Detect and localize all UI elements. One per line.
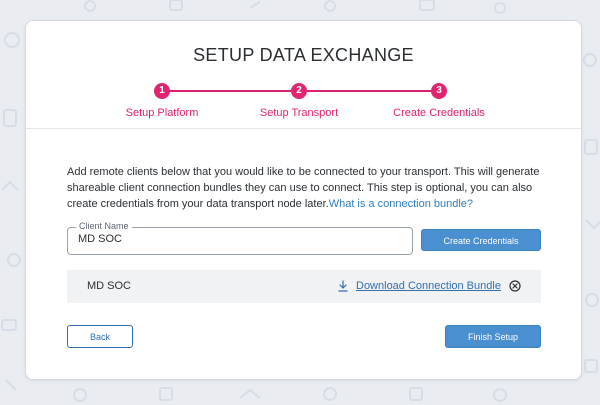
step-create-credentials: 3 Create Credentials xyxy=(369,83,509,119)
client-name-field[interactable]: Client Name xyxy=(67,221,413,255)
step-number: 1 xyxy=(154,83,170,99)
stepper: 1 Setup Platform 2 Setup Transport 3 Cre… xyxy=(26,83,581,123)
setup-card: SETUP DATA EXCHANGE 1 Setup Platform 2 S… xyxy=(25,20,582,380)
download-icon[interactable] xyxy=(337,280,349,292)
download-bundle-link[interactable]: Download Connection Bundle xyxy=(356,280,501,292)
step-number: 2 xyxy=(291,83,307,99)
client-name-input[interactable] xyxy=(78,233,398,245)
client-row: MD SOC Download Connection Bundle xyxy=(67,270,541,303)
page-title: SETUP DATA EXCHANGE xyxy=(193,45,414,65)
remove-icon[interactable] xyxy=(509,280,521,292)
create-credentials-button[interactable]: Create Credentials xyxy=(421,229,541,251)
step-label: Setup Transport xyxy=(259,107,339,119)
finish-setup-button[interactable]: Finish Setup xyxy=(445,325,541,348)
description: Add remote clients below that you would … xyxy=(67,164,547,212)
connection-bundle-help-link[interactable]: What is a connection bundle? xyxy=(329,198,473,210)
back-button[interactable]: Back xyxy=(67,325,133,348)
step-setup-platform: 1 Setup Platform xyxy=(92,83,232,119)
step-label: Setup Platform xyxy=(125,107,199,119)
step-setup-transport: 2 Setup Transport xyxy=(229,83,369,119)
step-label: Create Credentials xyxy=(393,107,485,119)
client-name: MD SOC xyxy=(87,280,131,292)
client-name-label: Client Name xyxy=(76,221,132,231)
step-number: 3 xyxy=(431,83,447,99)
divider xyxy=(26,128,581,129)
